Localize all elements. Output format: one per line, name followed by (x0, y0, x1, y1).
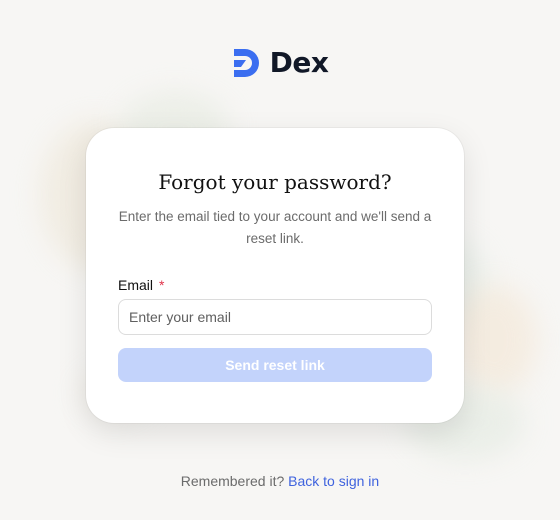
page-subtitle: Enter the email tied to your account and… (118, 209, 432, 246)
email-label-text: Email (118, 277, 154, 293)
page-title: Forgot your password? (158, 170, 392, 194)
forgot-password-card: Forgot your password? Enter the email ti… (86, 128, 464, 423)
brand-header: Dex (0, 46, 560, 79)
required-mark: * (159, 277, 165, 293)
brand-name: Dex (269, 46, 329, 79)
back-to-sign-in-link[interactable]: Back to sign in (288, 473, 379, 489)
send-reset-link-button[interactable]: Send reset link (118, 348, 432, 382)
background-blob (452, 285, 537, 395)
footer-prompt: Remembered it? (180, 473, 285, 489)
footer: Remembered it? Back to sign in (0, 473, 560, 489)
email-field[interactable] (118, 299, 432, 335)
dex-logo-icon (233, 48, 259, 77)
email-label: Email * (118, 277, 164, 293)
